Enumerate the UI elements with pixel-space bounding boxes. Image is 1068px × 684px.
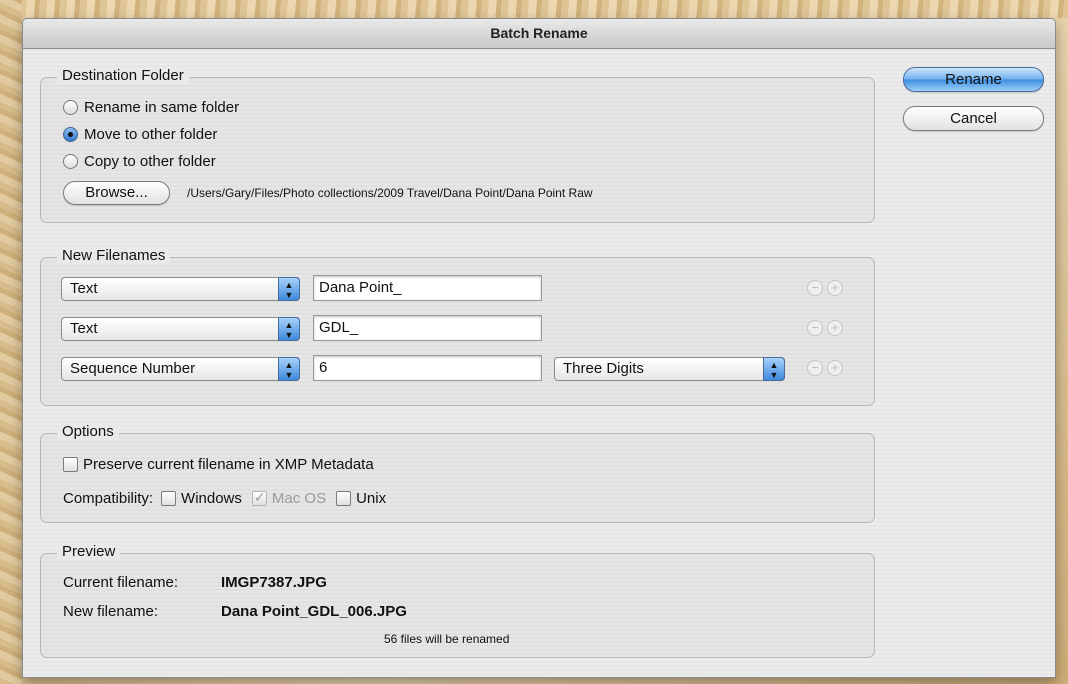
macos-checkbox — [251, 489, 267, 506]
radio-copy-other-folder[interactable]: Copy to other folder — [63, 153, 216, 170]
rename-button[interactable]: Rename — [903, 67, 1044, 92]
plus-circle-icon[interactable]: + — [827, 280, 843, 296]
radio-button[interactable] — [63, 154, 78, 169]
preview-group: Preview Current filename: IMGP7387.JPG N… — [40, 543, 875, 658]
radio-rename-same-folder[interactable]: Rename in same folder — [63, 99, 239, 116]
options-group: Options Preserve current filename in XMP… — [40, 423, 875, 523]
sequence-start-field[interactable]: 6 — [313, 355, 542, 381]
options-title: Options — [57, 423, 119, 440]
preview-title: Preview — [57, 543, 121, 560]
compatibility-label: Compatibility: — [63, 490, 154, 507]
filename-text-field-1[interactable]: Dana Point_ — [313, 275, 542, 301]
new-filenames-group: New Filenames Text ▲ ▼ Dana Point_ − + Te… — [40, 247, 875, 406]
current-filename-value: IMGP7387.JPG — [221, 574, 327, 591]
digits-select[interactable]: Three Digits ▲ ▼ — [554, 357, 785, 381]
radio-label: Copy to other folder — [84, 153, 216, 170]
select-value: Three Digits — [563, 360, 644, 377]
rename-count-text: 56 files will be renamed — [384, 632, 510, 646]
desktop-background-left — [0, 0, 22, 684]
preserve-filename-checkbox[interactable] — [63, 457, 78, 472]
plus-circle-icon[interactable]: + — [827, 320, 843, 336]
destination-folder-title: Destination Folder — [57, 67, 189, 84]
radio-button-selected[interactable] — [63, 127, 78, 142]
preserve-filename-label: Preserve current filename in XMP Metadat… — [83, 456, 374, 473]
new-filename-value: Dana Point_GDL_006.JPG — [221, 603, 407, 620]
filename-text-field-2[interactable]: GDL_ — [313, 315, 542, 341]
batch-rename-dialog: Batch Rename Rename Cancel Destination F… — [22, 18, 1056, 678]
filename-element-select-3[interactable]: Sequence Number ▲ ▼ — [61, 357, 300, 381]
unix-checkbox[interactable] — [336, 491, 352, 506]
filename-element-select-1[interactable]: Text ▲ ▼ — [61, 277, 300, 301]
radio-label: Move to other folder — [84, 126, 218, 143]
popup-arrows-icon: ▲ ▼ — [278, 357, 300, 381]
compatibility-row: Compatibility: Windows Mac OS Unix — [63, 489, 387, 507]
desktop-background-top — [0, 0, 1068, 18]
radio-label: Rename in same folder — [84, 99, 240, 116]
macos-label: Mac OS — [271, 490, 327, 507]
minus-circle-icon[interactable]: − — [807, 320, 823, 336]
plus-circle-icon[interactable]: + — [827, 360, 843, 376]
radio-move-other-folder[interactable]: Move to other folder — [63, 126, 217, 143]
current-filename-label: Current filename: — [63, 574, 179, 591]
new-filenames-title: New Filenames — [57, 247, 171, 264]
filename-element-select-2[interactable]: Text ▲ ▼ — [61, 317, 300, 341]
windows-checkbox[interactable] — [161, 491, 177, 506]
destination-folder-group: Destination Folder Rename in same folder… — [40, 67, 875, 223]
preserve-filename-checkbox-row[interactable]: Preserve current filename in XMP Metadat… — [63, 456, 374, 473]
unix-label: Unix — [356, 490, 387, 507]
new-filename-label: New filename: — [63, 603, 159, 620]
select-value: Sequence Number — [70, 360, 196, 377]
minus-circle-icon[interactable]: − — [807, 280, 823, 296]
select-value: Text — [70, 320, 98, 337]
windows-label: Windows — [181, 490, 242, 507]
popup-arrows-icon: ▲ ▼ — [278, 317, 300, 341]
minus-circle-icon[interactable]: − — [807, 360, 823, 376]
select-value: Text — [70, 280, 98, 297]
popup-arrows-icon: ▲ ▼ — [763, 357, 785, 381]
dialog-title: Batch Rename — [23, 19, 1055, 49]
cancel-button[interactable]: Cancel — [903, 106, 1044, 131]
radio-button[interactable] — [63, 100, 78, 115]
popup-arrows-icon: ▲ ▼ — [278, 277, 300, 301]
browse-button[interactable]: Browse... — [63, 181, 170, 205]
destination-path: /Users/Gary/Files/Photo collections/2009… — [187, 186, 593, 200]
